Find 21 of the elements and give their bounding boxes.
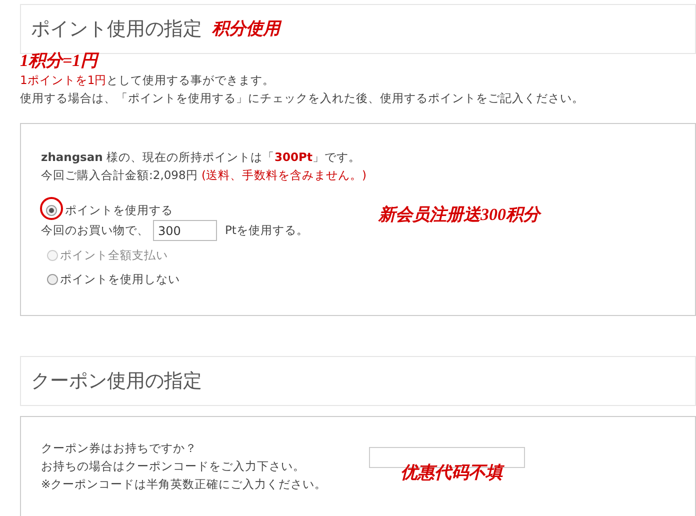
balance-text: zhangsan 様の、現在の所持ポイントは「300Pt」です。 [41,149,362,166]
annotation-text: 1积分=1円 [20,51,98,71]
note-text: 1ポイントを1円 として使用する事ができます。 [20,72,276,90]
amount-label: Ptを使用する。 [225,222,308,240]
balance-text: 今回ご購入合計金額:2,098円 (送料、手数料を含みません。) [41,167,368,184]
radio-label: ポイントを使用する [65,202,173,220]
section-title: クーポン使用の指定 [31,369,202,394]
radio-label: ポイントを使用しない [60,271,180,288]
amount-label: 今回のお買い物で、 [41,222,149,240]
section-title: ポイント使用の指定 [31,16,202,42]
coupon-text: クーポン券はお持ちですか？ [41,440,198,458]
coupon-text: お持ちの場合はクーポンコードをご入力下さい。 [41,458,306,476]
radio-label: ポイント全額支払い [60,247,168,264]
annotation-text: 积分使用 [212,18,280,40]
points-input[interactable]: 300 [153,220,217,242]
annotation-text: 优惠代码不填 [400,462,506,484]
radio-button[interactable] [47,274,58,285]
note-text: 使用する場合は、「ポイントを使用する」にチェックを入れた後、使用するポイントをご記入ください。 [20,90,585,108]
coupon-text: ※クーポンコードは半角英数正確にご入力ください。 [41,476,327,494]
radio-button[interactable] [46,204,57,216]
annotation-text: 新会员注册送300积分 [378,204,540,226]
